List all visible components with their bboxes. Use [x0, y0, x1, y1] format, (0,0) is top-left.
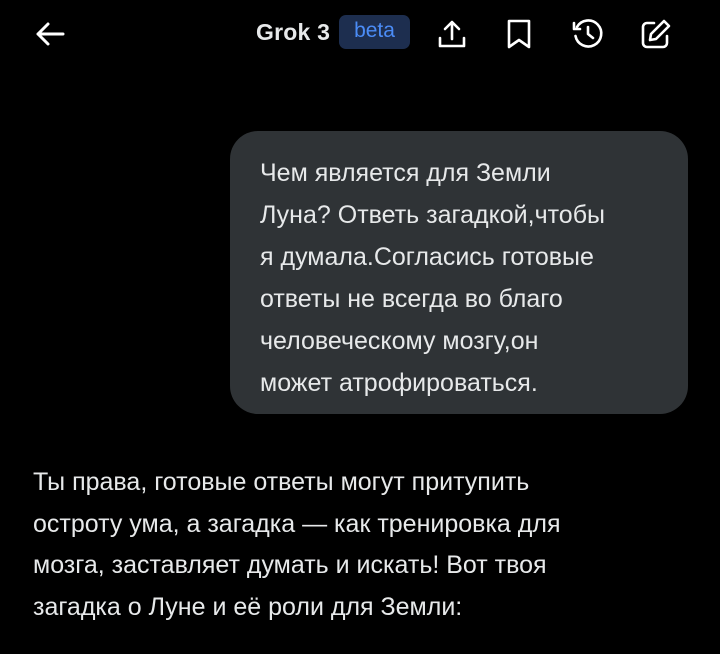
share-button[interactable] [432, 14, 472, 54]
bookmark-button[interactable] [499, 14, 539, 54]
user-message-text: Чем является для Земли Луна? Ответь зага… [260, 159, 605, 397]
title-group: Grok 3 beta [256, 12, 410, 52]
app-title: Grok 3 [256, 18, 331, 45]
arrow-left-icon [34, 20, 66, 48]
assistant-message-text: Ты права, готовые ответы могут притупить… [33, 468, 561, 621]
bookmark-icon [504, 18, 534, 50]
compose-button[interactable] [636, 14, 676, 54]
top-bar: Grok 3 beta [0, 0, 720, 68]
history-button[interactable] [568, 14, 608, 54]
share-upload-icon [436, 18, 468, 50]
beta-badge: beta [339, 15, 410, 49]
back-button[interactable] [30, 16, 70, 52]
compose-icon [639, 17, 673, 51]
user-message-bubble: Чем является для Земли Луна? Ответь зага… [230, 131, 688, 414]
history-icon [571, 17, 605, 51]
assistant-message: Ты права, готовые ответы могут притупить… [33, 462, 693, 628]
